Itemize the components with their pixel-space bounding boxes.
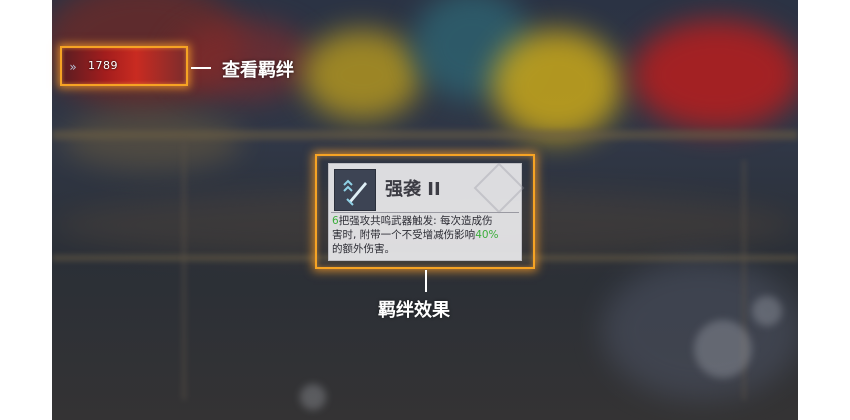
damage-percent: 40% xyxy=(475,229,499,241)
bond-effect-card: 强袭 II 6把强攻共鸣武器触发: 每次造成伤 害时, 附带一个不受增减伤影响4… xyxy=(328,162,525,261)
card-description: 6把强攻共鸣武器触发: 每次造成伤 害时, 附带一个不受增减伤影响40% 的额外… xyxy=(332,215,499,255)
weapon-count: 6 xyxy=(332,215,339,227)
callout-line-bond-effect xyxy=(425,270,427,292)
card-decoration xyxy=(473,162,525,214)
callout-line-view-bonds xyxy=(191,67,211,69)
bond-effect-label: 羁绊效果 xyxy=(378,300,450,321)
double-chevron-icon: » xyxy=(69,60,77,74)
sword-arrows-icon xyxy=(334,169,376,211)
bond-counter-panel[interactable]: » 1789 xyxy=(60,46,188,86)
bond-count: 1789 xyxy=(88,59,118,72)
card-divider xyxy=(331,212,519,213)
view-bonds-label: 查看羁绊 xyxy=(222,60,294,81)
card-title: 强袭 II xyxy=(385,179,441,200)
